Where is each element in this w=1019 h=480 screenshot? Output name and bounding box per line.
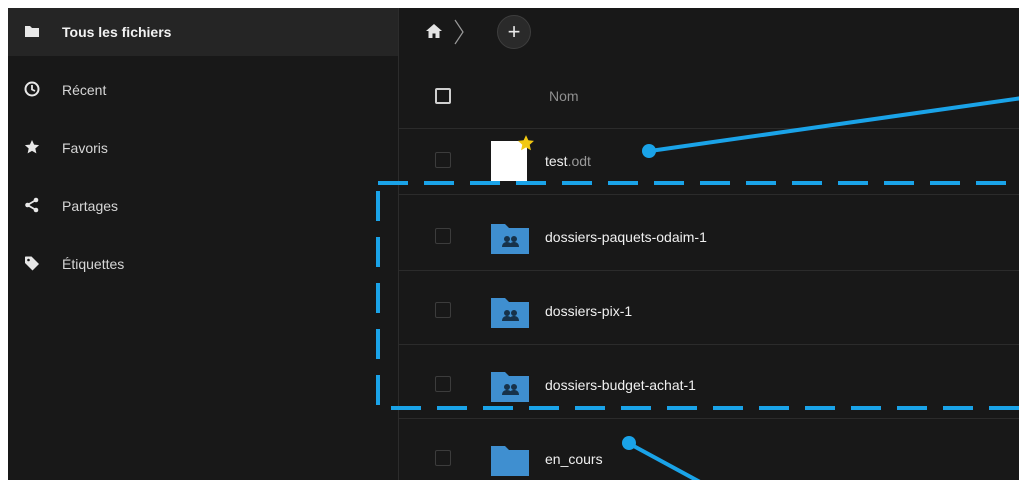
- shared-folder-icon: [491, 372, 529, 402]
- home-icon[interactable]: [425, 23, 443, 39]
- sidebar-item-label: Partages: [62, 198, 119, 214]
- file-manager-window: Tous les fichiers Récent Favoris Partage…: [8, 8, 1019, 480]
- sidebar-item-favorites[interactable]: Favoris: [8, 124, 398, 172]
- file-name[interactable]: en_cours: [545, 450, 603, 468]
- sidebar-item-recent[interactable]: Récent: [8, 66, 398, 114]
- file-name[interactable]: dossiers-pix-1: [545, 302, 632, 320]
- sidebar-item-label: Favoris: [62, 140, 108, 156]
- shared-folder-icon: [491, 298, 529, 328]
- table-row[interactable]: dossiers-budget-achat-1: [399, 352, 1019, 419]
- file-extension: .odt: [567, 153, 591, 169]
- breadcrumb: +: [399, 8, 1019, 56]
- table-row[interactable]: en_cours: [399, 426, 1019, 480]
- clock-icon: [24, 81, 40, 97]
- folder-icon: [491, 446, 529, 476]
- file-name[interactable]: dossiers-budget-achat-1: [545, 376, 696, 394]
- sidebar-item-label: Récent: [62, 82, 107, 98]
- select-all-checkbox[interactable]: [435, 88, 451, 104]
- shared-folder-icon: [491, 224, 529, 254]
- breadcrumb-separator-icon: [454, 19, 464, 45]
- table-row[interactable]: dossiers-paquets-odaim-1: [399, 204, 1019, 271]
- sidebar: Tous les fichiers Récent Favoris Partage…: [8, 8, 399, 480]
- row-checkbox[interactable]: [435, 302, 451, 318]
- add-new-button[interactable]: +: [497, 15, 531, 49]
- sidebar-item-label: Étiquettes: [62, 256, 125, 272]
- file-name[interactable]: test.odt: [545, 152, 591, 170]
- table-row[interactable]: dossiers-pix-1: [399, 278, 1019, 345]
- row-checkbox[interactable]: [435, 228, 451, 244]
- tag-icon: [25, 256, 39, 271]
- sidebar-item-tags[interactable]: Étiquettes: [8, 240, 398, 288]
- sidebar-item-all-files[interactable]: Tous les fichiers: [8, 8, 398, 56]
- table-row[interactable]: test.odt: [399, 128, 1019, 195]
- file-list-area: + Nom test.odt dossiers-paquets-odaim-1 …: [399, 8, 1019, 480]
- row-checkbox[interactable]: [435, 376, 451, 392]
- sidebar-item-shares[interactable]: Partages: [8, 182, 398, 230]
- share-icon: [25, 197, 39, 213]
- column-header-name[interactable]: Nom: [549, 88, 579, 104]
- folder-icon: [25, 26, 39, 37]
- row-checkbox[interactable]: [435, 152, 451, 168]
- file-name[interactable]: dossiers-paquets-odaim-1: [545, 228, 707, 246]
- row-checkbox[interactable]: [435, 450, 451, 466]
- star-icon: [24, 140, 40, 154]
- file-basename: test: [545, 153, 568, 169]
- favorite-star-icon: [518, 135, 534, 151]
- file-list-header: Nom: [399, 64, 1019, 129]
- sidebar-item-label: Tous les fichiers: [62, 24, 172, 40]
